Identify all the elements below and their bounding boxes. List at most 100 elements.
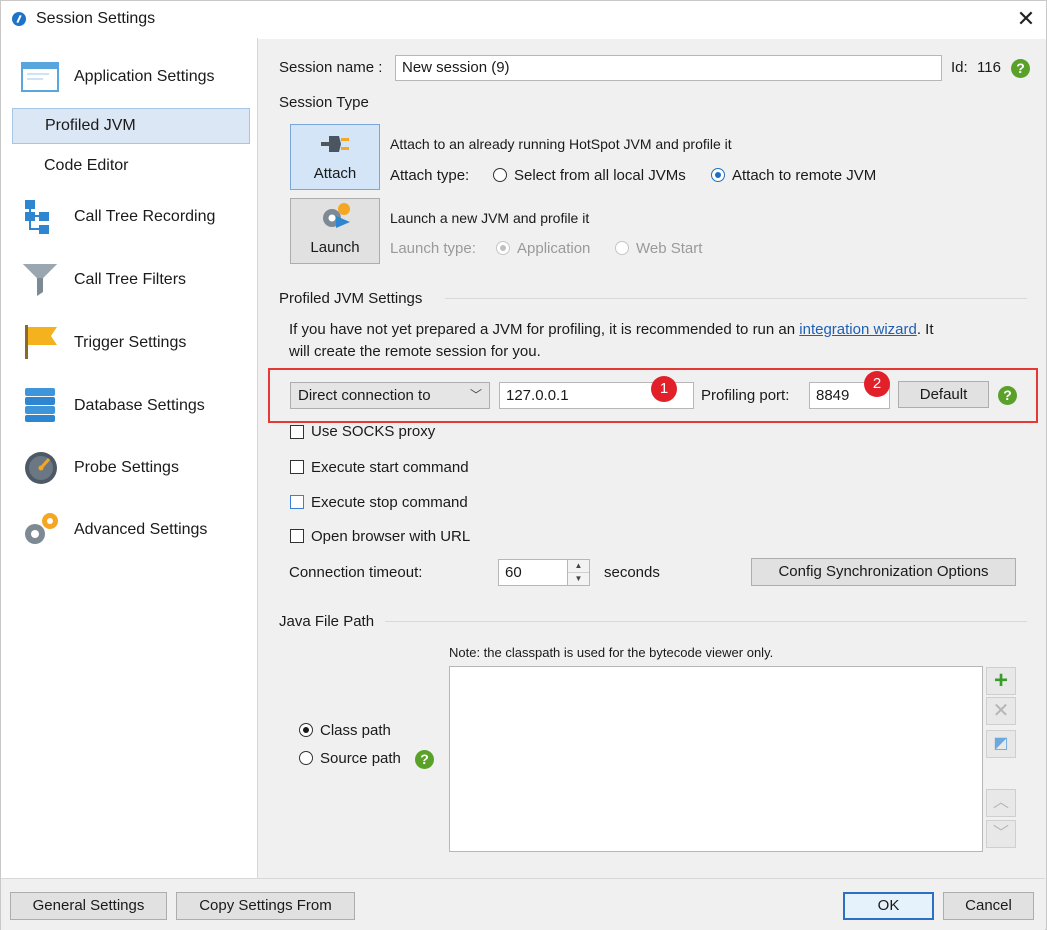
launch-webstart-radio[interactable] (615, 241, 629, 255)
edit-icon[interactable]: ◩ (986, 730, 1016, 758)
attach-description: Attach to an already running HotSpot JVM… (390, 136, 732, 152)
attach-button-label: Attach (313, 165, 357, 182)
class-path-radio[interactable] (299, 723, 313, 737)
path-list[interactable] (449, 666, 983, 852)
open-browser-checkbox[interactable] (290, 529, 304, 543)
session-name-input[interactable]: New session (9) (395, 55, 942, 81)
id-value: 116 (977, 59, 1001, 76)
window-icon (21, 62, 59, 92)
integration-info-line2: will create the remote session for you. (289, 343, 541, 360)
chevron-down-icon: ﹀ (469, 388, 482, 402)
socks-proxy-label[interactable]: Use SOCKS proxy (311, 423, 435, 440)
integration-info: If you have not yet prepared a JVM for p… (289, 321, 934, 338)
config-sync-button[interactable]: Config Synchronization Options (751, 558, 1016, 586)
socks-proxy-checkbox[interactable] (290, 425, 304, 439)
connection-mode-select[interactable]: Direct connection to ﹀ (290, 382, 490, 409)
title-bar: Session Settings ✕ (0, 0, 1047, 39)
classpath-note: Note: the classpath is used for the byte… (449, 645, 774, 660)
close-icon[interactable]: ✕ (1015, 6, 1037, 32)
ok-button[interactable]: OK (843, 892, 934, 920)
sidebar-item-label: Probe Settings (74, 459, 179, 476)
launch-webstart-label: Web Start (636, 240, 703, 257)
copy-settings-button[interactable]: Copy Settings From (176, 892, 355, 920)
sidebar-item-label: Code Editor (44, 157, 129, 174)
connection-mode-value: Direct connection to (298, 387, 431, 404)
database-icon (25, 388, 55, 422)
move-up-icon[interactable]: ︿ (986, 789, 1016, 817)
sidebar-item-advanced-settings[interactable]: Advanced Settings (1, 508, 257, 552)
attach-local-radio[interactable] (493, 168, 507, 182)
gauge-icon (25, 452, 57, 484)
source-path-radio[interactable] (299, 751, 313, 765)
sidebar-item-label: Profiled JVM (45, 117, 136, 134)
sidebar-item-label: Application Settings (74, 68, 215, 85)
section-divider (445, 298, 1027, 299)
sidebar-item-label: Database Settings (74, 397, 205, 414)
help-icon[interactable]: ? (1011, 59, 1030, 78)
timeout-unit: seconds (604, 564, 660, 581)
launch-button[interactable]: Launch (290, 198, 380, 264)
sidebar-item-application-settings[interactable]: Application Settings (1, 56, 257, 98)
help-icon[interactable]: ? (415, 750, 434, 769)
sidebar-item-probe-settings[interactable]: Probe Settings (1, 446, 257, 490)
launch-gear-icon (323, 203, 350, 228)
connection-timeout-label: Connection timeout: (289, 564, 423, 581)
timeout-input[interactable]: 60 (498, 559, 568, 586)
move-down-icon[interactable]: ﹀ (986, 820, 1016, 848)
gears-icon (25, 513, 58, 544)
launch-type-label: Launch type: (390, 240, 476, 257)
flag-icon (25, 325, 57, 359)
attach-local-label[interactable]: Select from all local JVMs (514, 167, 686, 184)
sidebar-item-label: Trigger Settings (74, 334, 187, 351)
launch-button-label: Launch (310, 239, 360, 256)
attach-remote-label[interactable]: Attach to remote JVM (732, 167, 876, 184)
launch-application-radio[interactable] (496, 241, 510, 255)
profiling-port-label: Profiling port: (701, 387, 790, 404)
id-label: Id: (951, 59, 968, 76)
sidebar-item-label: Advanced Settings (74, 521, 208, 538)
default-button[interactable]: Default (898, 381, 989, 408)
integration-wizard-link[interactable]: integration wizard (799, 321, 917, 338)
add-icon[interactable]: + (986, 667, 1016, 695)
annotation-badge-2: 2 (864, 371, 890, 397)
tree-icon (25, 200, 49, 234)
stop-command-checkbox[interactable] (290, 495, 304, 509)
open-browser-label[interactable]: Open browser with URL (311, 528, 470, 545)
profiled-jvm-heading: Profiled JVM Settings (279, 290, 423, 307)
attach-remote-radio[interactable] (711, 168, 725, 182)
attach-button[interactable]: Attach (290, 124, 380, 190)
attach-type-label: Attach type: (390, 167, 470, 184)
remove-icon[interactable]: ✕ (986, 697, 1016, 725)
sidebar-item-trigger-settings[interactable]: Trigger Settings (1, 321, 257, 365)
sidebar: Application Settings Profiled JVM Code E… (1, 38, 258, 878)
start-command-checkbox[interactable] (290, 460, 304, 474)
plug-icon (321, 136, 349, 152)
app-logo-icon (12, 12, 26, 26)
spinner-up-icon[interactable]: ▲ (568, 560, 589, 573)
annotation-badge-1: 1 (651, 376, 677, 402)
help-icon[interactable]: ? (998, 386, 1017, 405)
start-command-label[interactable]: Execute start command (311, 459, 469, 476)
timeout-spinner[interactable]: ▲ ▼ (567, 559, 590, 586)
class-path-label[interactable]: Class path (320, 722, 391, 739)
window-title: Session Settings (36, 10, 156, 27)
sidebar-item-call-tree-recording[interactable]: Call Tree Recording (1, 196, 257, 238)
launch-application-label: Application (517, 240, 591, 257)
sidebar-item-call-tree-filters[interactable]: Call Tree Filters (1, 258, 257, 302)
source-path-label[interactable]: Source path (320, 750, 401, 767)
session-type-heading: Session Type (279, 94, 369, 111)
sidebar-item-label: Call Tree Recording (74, 208, 216, 225)
stop-command-label[interactable]: Execute stop command (311, 494, 468, 511)
general-settings-button[interactable]: General Settings (10, 892, 167, 920)
funnel-icon (23, 264, 57, 296)
launch-description: Launch a new JVM and profile it (390, 210, 590, 226)
cancel-button[interactable]: Cancel (943, 892, 1034, 920)
java-file-path-heading: Java File Path (279, 613, 375, 630)
session-name-label: Session name : (279, 59, 383, 76)
sidebar-item-database-settings[interactable]: Database Settings (1, 384, 257, 428)
sidebar-item-code-editor[interactable]: Code Editor (1, 147, 257, 185)
sidebar-item-label: Call Tree Filters (74, 271, 187, 288)
spinner-down-icon[interactable]: ▼ (568, 573, 589, 585)
section-divider (385, 621, 1027, 622)
sidebar-item-profiled-jvm[interactable]: Profiled JVM (12, 108, 250, 144)
